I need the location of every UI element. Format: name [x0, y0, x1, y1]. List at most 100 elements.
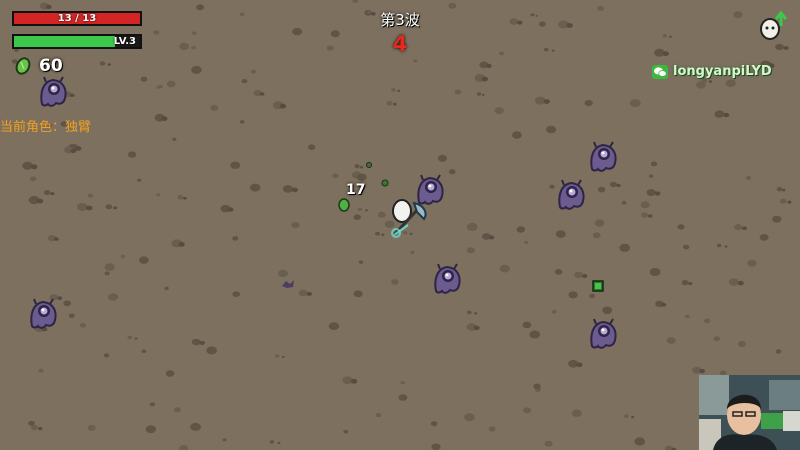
ground-pebble: [398, 394, 408, 401]
ground-pebble: [666, 337, 676, 344]
ground-pebble: [437, 154, 447, 162]
ground-pebble: [745, 176, 752, 180]
ground-pebble: [358, 260, 364, 265]
ground-pebble: [87, 193, 94, 198]
ground-pebble: [179, 445, 189, 450]
ground-pebble: [174, 407, 181, 413]
ground-pebble: [648, 214, 653, 218]
ground-pebble: [779, 198, 787, 204]
ground-pebble: [592, 232, 601, 239]
ground-pebble: [108, 293, 119, 301]
ground-pebble: [733, 11, 743, 19]
enemy-baby-alien: [30, 298, 57, 329]
ground-pebble: [166, 80, 176, 88]
wechat-icon: [652, 64, 668, 79]
wave-timer: 4: [392, 32, 408, 56]
ground-pebble: [191, 65, 202, 74]
ground-pebble: [734, 224, 743, 231]
ground-pebble: [79, 323, 86, 328]
ground-pebble: [737, 280, 744, 286]
green-material-icon: [15, 57, 31, 75]
ground-pebble: [681, 280, 689, 286]
ground-pebble: [634, 437, 646, 446]
ground-pebble: [481, 94, 485, 96]
ground-pebble: [70, 148, 77, 154]
health-bar: 13 / 13: [12, 11, 142, 26]
ground-pebble: [535, 15, 538, 17]
ground-pebble: [486, 63, 492, 68]
enemy-baby-alien: [434, 263, 461, 294]
ground-pebble: [53, 237, 59, 241]
ground-pebble: [391, 88, 396, 92]
ground-pebble: [269, 440, 275, 444]
ground-pebble: [250, 69, 257, 74]
ground-pebble: [466, 222, 478, 232]
ground-pebble: [164, 286, 169, 290]
ground-pebble: [616, 183, 621, 188]
ground-pebble: [107, 63, 112, 66]
ground-pebble: [206, 346, 217, 355]
ground-pebble: [568, 291, 578, 299]
ground-pebble: [239, 120, 245, 124]
ground-pebble: [546, 125, 557, 134]
ground-pebble: [141, 349, 147, 354]
ground-pebble: [682, 244, 690, 250]
ground-pebble: [481, 76, 488, 82]
ground-pebble: [43, 190, 51, 196]
ground-pebble: [529, 330, 541, 339]
material-count: 60: [39, 56, 63, 76]
ground-pebble: [747, 259, 757, 267]
ground-pebble: [397, 89, 401, 92]
ground-pebble: [326, 45, 334, 51]
ground-pebble: [597, 5, 605, 11]
ground-pebble: [46, 4, 52, 10]
ground-pebble: [640, 201, 650, 209]
ground-pebble: [649, 268, 661, 276]
ground-pebble: [199, 341, 205, 345]
ground-pebble: [530, 13, 535, 17]
ground-pebble: [654, 191, 661, 196]
ground-pebble: [38, 368, 44, 373]
ground-pebble: [662, 51, 669, 57]
ground-pebble: [393, 102, 397, 106]
ground-pebble: [699, 369, 705, 374]
ground-pebble: [239, 12, 245, 16]
ground-pebble: [161, 116, 168, 121]
ground-pebble: [375, 413, 382, 418]
enemy-remains: [282, 280, 294, 288]
ground-pebble: [551, 309, 557, 314]
streamer-webcam-feed: [699, 375, 800, 450]
ground-pebble: [708, 80, 713, 83]
ground-pebble: [704, 318, 711, 324]
ground-pebble: [330, 30, 340, 38]
ground-pebble: [30, 176, 37, 182]
ground-pebble: [488, 235, 495, 240]
ground-pebble: [576, 362, 583, 368]
ground-pebble: [77, 203, 88, 211]
ground-pebble: [50, 192, 55, 196]
ground-pebble: [539, 21, 546, 27]
ground-pebble: [105, 204, 113, 210]
ground-pebble: [259, 92, 265, 96]
player-egg-character: [391, 199, 427, 238]
ground-pebble: [249, 183, 261, 192]
ground-pebble: [156, 193, 161, 197]
ground-pebble: [278, 269, 288, 278]
ground-pebble: [306, 291, 312, 296]
ground-pebble: [724, 245, 728, 248]
health-label: 13 / 13: [57, 13, 97, 24]
ground-pebble: [374, 231, 381, 236]
ground-pebble: [543, 99, 550, 104]
wave-title: 第3波: [380, 11, 420, 29]
small-material-fragment: [381, 179, 389, 187]
enemy-baby-alien: [558, 179, 585, 210]
ground-pebble: [120, 254, 126, 259]
ground-pebble: [544, 47, 549, 52]
ground-pebble: [292, 27, 303, 36]
ground-pebble: [602, 306, 613, 315]
game-viewport[interactable]: 17 13 / 13 LV.3 60 当前角色：独臂 第3波 4 longyan…: [0, 0, 800, 450]
ground-pebble: [279, 103, 287, 109]
ground-pebble: [149, 402, 156, 407]
ground-pebble: [210, 104, 219, 111]
ground-pebble: [191, 338, 201, 346]
